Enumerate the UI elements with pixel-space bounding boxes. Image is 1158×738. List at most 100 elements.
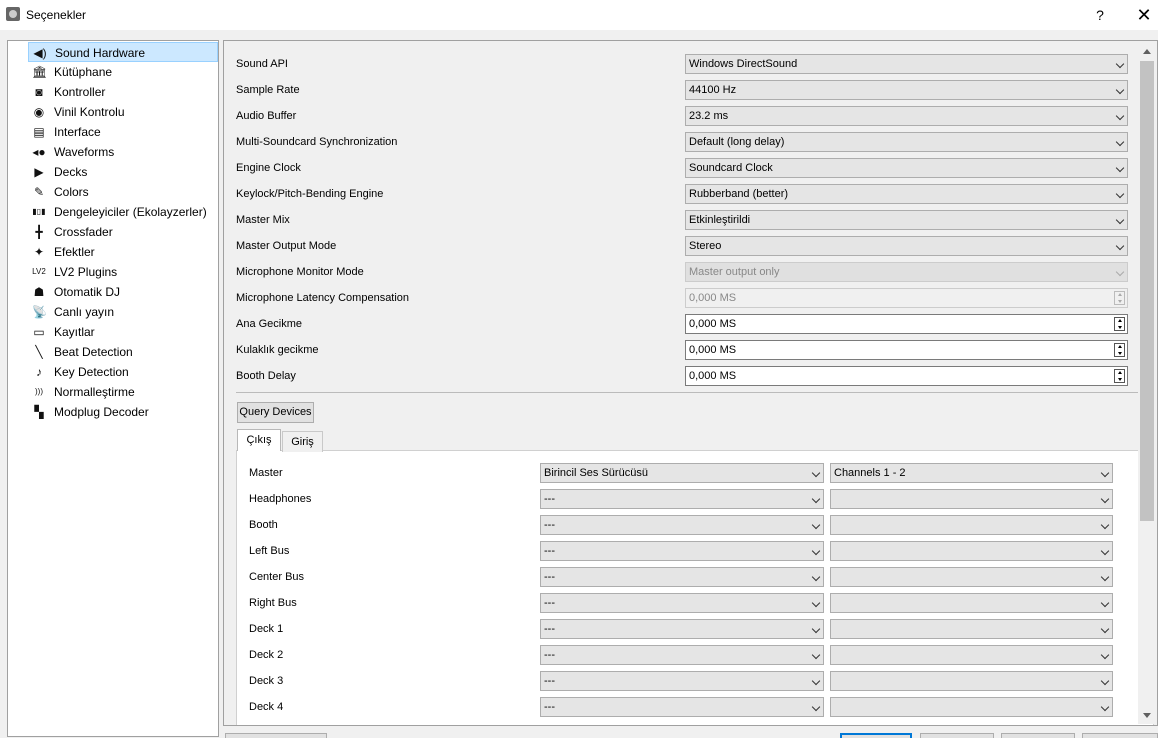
channel-dropdown[interactable] (830, 515, 1113, 535)
help-bottom-button[interactable] (1082, 733, 1158, 738)
setting-dropdown[interactable]: Windows DirectSound (685, 54, 1128, 74)
modplug-icon: ▚ (34, 405, 44, 419)
sidebar-item-label: Kayıtlar (54, 325, 95, 339)
device-dropdown[interactable]: --- (540, 645, 824, 665)
setting-dropdown[interactable]: Etkinleştirildi (685, 210, 1128, 230)
chevron-down-icon (1100, 598, 1110, 608)
scroll-up-icon[interactable] (1143, 49, 1151, 54)
device-dropdown[interactable]: --- (540, 489, 824, 509)
channel-dropdown[interactable] (830, 567, 1113, 587)
channel-dropdown[interactable] (830, 671, 1113, 691)
channel-dropdown[interactable] (830, 489, 1113, 509)
library-icon: 🏛 (32, 65, 48, 79)
help-button[interactable]: ? (1085, 0, 1115, 30)
interface-icon: ▤ (33, 125, 45, 139)
output-label: Headphones (249, 493, 312, 505)
device-dropdown[interactable]: --- (540, 619, 824, 639)
close-button[interactable]: ✕ (1130, 0, 1158, 30)
apply-button[interactable] (1001, 733, 1075, 738)
device-dropdown[interactable]: --- (540, 593, 824, 613)
device-dropdown[interactable]: --- (540, 567, 824, 587)
sidebar-item[interactable]: ▮▯▮ Dengeleyiciler (Ekolayzerler) (28, 202, 218, 222)
output-label: Right Bus (249, 597, 297, 609)
sidebar-item-label: Sound Hardware (55, 46, 146, 60)
setting-spinbox[interactable]: 0,000 MS (685, 366, 1128, 386)
sidebar-item[interactable]: ◂● Waveforms (28, 142, 218, 162)
sidebar-item[interactable]: ♪ Key Detection (28, 362, 218, 382)
ok-button[interactable] (840, 733, 912, 738)
setting-dropdown[interactable]: 44100 Hz (685, 80, 1128, 100)
sidebar-item-label: Kütüphane (54, 65, 113, 79)
setting-spinbox[interactable]: 0,000 MS (685, 340, 1128, 360)
normalize-icon: ))) (35, 387, 43, 396)
setting-dropdown[interactable]: Default (long delay) (685, 132, 1128, 152)
device-value: --- (544, 493, 555, 505)
robot-icon: ☗ (33, 285, 45, 299)
cancel-button[interactable] (920, 733, 994, 738)
sidebar-item[interactable]: ▶ Decks (28, 162, 218, 182)
channel-dropdown[interactable]: Channels 1 - 2 (830, 463, 1113, 483)
equalizer-icon: ▮▯▮ (32, 207, 46, 216)
vinyl-icon: ◉ (33, 105, 45, 119)
chevron-down-icon (1100, 650, 1110, 660)
app-icon (6, 7, 20, 21)
sidebar-item[interactable]: ))) Normalleştirme (28, 382, 218, 402)
sidebar-item[interactable]: ▭ Kayıtlar (28, 322, 218, 342)
chevron-down-icon (1100, 546, 1110, 556)
setting-dropdown[interactable]: Soundcard Clock (685, 158, 1128, 178)
title-bar: Seçenekler ? ✕ (0, 0, 1158, 30)
spin-arrows-icon[interactable] (1114, 369, 1125, 383)
device-dropdown[interactable]: Birincil Ses Sürücüsü (540, 463, 824, 483)
scroll-down-icon[interactable] (1143, 713, 1151, 718)
setting-spinbox[interactable]: 0,000 MS (685, 314, 1128, 334)
sidebar-item-label: Otomatik DJ (54, 285, 121, 299)
setting-dropdown[interactable]: Rubberband (better) (685, 184, 1128, 204)
spin-arrows-icon[interactable] (1114, 343, 1125, 357)
chevron-down-icon (1100, 468, 1110, 478)
scroll-thumb[interactable] (1140, 61, 1154, 521)
sidebar-item[interactable]: ◙ Kontroller (28, 82, 218, 102)
sidebar-item[interactable]: LV2 LV2 Plugins (28, 262, 218, 282)
bottom-button[interactable] (225, 733, 327, 738)
sidebar-item[interactable]: 📡 Canlı yayın (28, 302, 218, 322)
sidebar-item[interactable]: 🏛 Kütüphane (28, 62, 218, 82)
chevron-down-icon (1100, 624, 1110, 634)
device-dropdown[interactable]: --- (540, 541, 824, 561)
setting-dropdown[interactable]: 23.2 ms (685, 106, 1128, 126)
setting-label: Ana Gecikme (236, 318, 303, 330)
chevron-down-icon (1115, 215, 1125, 225)
setting-label: Keylock/Pitch-Bending Engine (236, 188, 384, 200)
setting-dropdown: Master output only (685, 262, 1128, 282)
channel-dropdown[interactable] (830, 645, 1113, 665)
sidebar-item[interactable]: ╋ Crossfader (28, 222, 218, 242)
chevron-down-icon (811, 624, 821, 634)
tab-output[interactable]: Çıkış (237, 429, 281, 451)
sidebar-item-label: Efektler (54, 245, 95, 259)
sidebar-item-label: Vinil Kontrolu (54, 105, 125, 119)
device-value: --- (544, 519, 555, 531)
sidebar-item[interactable]: ✎ Colors (28, 182, 218, 202)
channel-dropdown[interactable] (830, 541, 1113, 561)
output-label: Booth (249, 519, 278, 531)
sidebar-item[interactable]: ◉ Vinil Kontrolu (28, 102, 218, 122)
beat-icon: ╲ (35, 345, 43, 359)
sidebar-item[interactable]: ▤ Interface (28, 122, 218, 142)
device-dropdown[interactable]: --- (540, 697, 824, 717)
tab-input[interactable]: Giriş (282, 431, 323, 452)
sidebar-item[interactable]: ╲ Beat Detection (28, 342, 218, 362)
device-dropdown[interactable]: --- (540, 515, 824, 535)
channel-dropdown[interactable] (830, 619, 1113, 639)
sidebar-item[interactable]: ☗ Otomatik DJ (28, 282, 218, 302)
spin-arrows-icon[interactable] (1114, 317, 1125, 331)
setting-dropdown[interactable]: Stereo (685, 236, 1128, 256)
sidebar-item[interactable]: ▚ Modplug Decoder (28, 402, 218, 422)
query-devices-button[interactable]: Query Devices (237, 402, 314, 423)
chevron-down-icon (1100, 572, 1110, 582)
sidebar-item[interactable]: ✦ Efektler (28, 242, 218, 262)
channel-dropdown[interactable] (830, 593, 1113, 613)
sidebar-item[interactable]: ◀) Sound Hardware (28, 42, 218, 62)
device-dropdown[interactable]: --- (540, 671, 824, 691)
scrollbar[interactable] (1138, 43, 1156, 724)
channel-dropdown[interactable] (830, 697, 1113, 717)
device-value: --- (544, 571, 555, 583)
